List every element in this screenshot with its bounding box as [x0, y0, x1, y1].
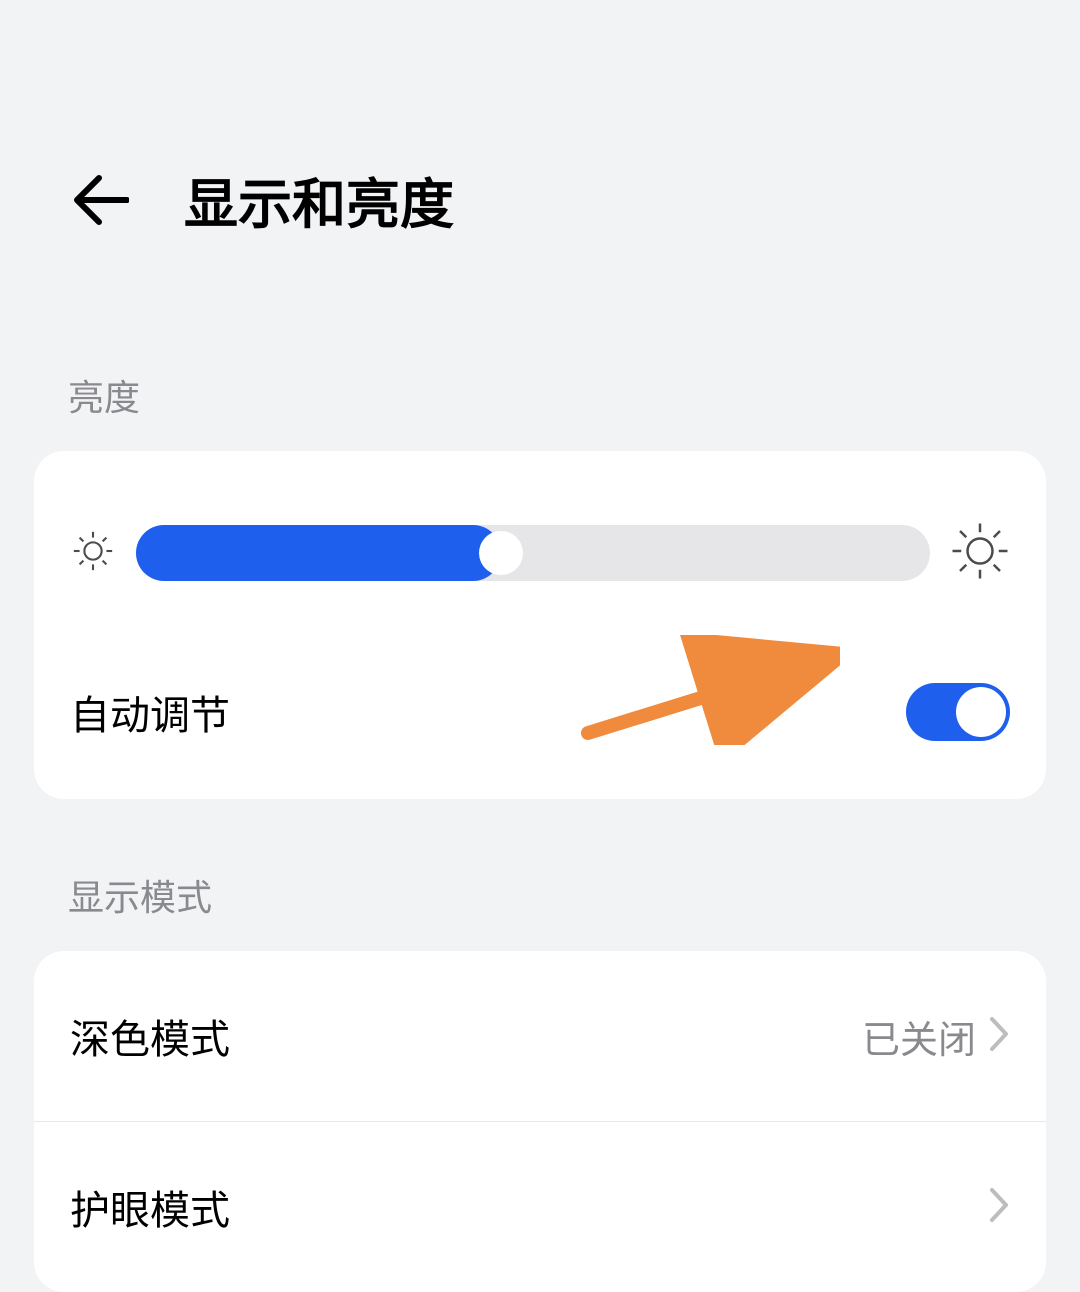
eye-comfort-label: 护眼模式	[70, 1178, 230, 1236]
toggle-knob	[956, 687, 1006, 737]
auto-brightness-label: 自动调节	[70, 683, 230, 741]
brightness-high-icon	[950, 521, 1010, 585]
page-title: 显示和亮度	[184, 160, 454, 239]
dark-mode-row[interactable]: 深色模式 已关闭	[34, 951, 1046, 1121]
chevron-right-icon	[988, 1015, 1010, 1057]
brightness-section-label: 亮度	[0, 369, 1080, 421]
brightness-card: 自动调节	[34, 451, 1046, 799]
row-right	[976, 1186, 1010, 1228]
eye-comfort-row[interactable]: 护眼模式	[34, 1121, 1046, 1292]
brightness-slider-thumb[interactable]	[479, 531, 523, 575]
back-arrow-icon	[71, 174, 129, 226]
row-right: 已关闭	[862, 1009, 1010, 1064]
brightness-slider-row	[34, 451, 1046, 635]
brightness-slider[interactable]	[136, 525, 930, 581]
dark-mode-value: 已关闭	[862, 1009, 976, 1064]
auto-brightness-row: 自动调节	[34, 635, 1046, 799]
auto-brightness-toggle[interactable]	[906, 683, 1010, 741]
display-mode-card: 深色模式 已关闭 护眼模式	[34, 951, 1046, 1292]
brightness-low-icon	[70, 528, 116, 578]
brightness-slider-fill	[136, 525, 501, 581]
display-mode-section-label: 显示模式	[0, 869, 1080, 921]
dark-mode-label: 深色模式	[70, 1007, 230, 1065]
chevron-right-icon	[988, 1186, 1010, 1228]
header: 显示和亮度	[0, 0, 1080, 239]
back-button[interactable]	[68, 168, 132, 232]
